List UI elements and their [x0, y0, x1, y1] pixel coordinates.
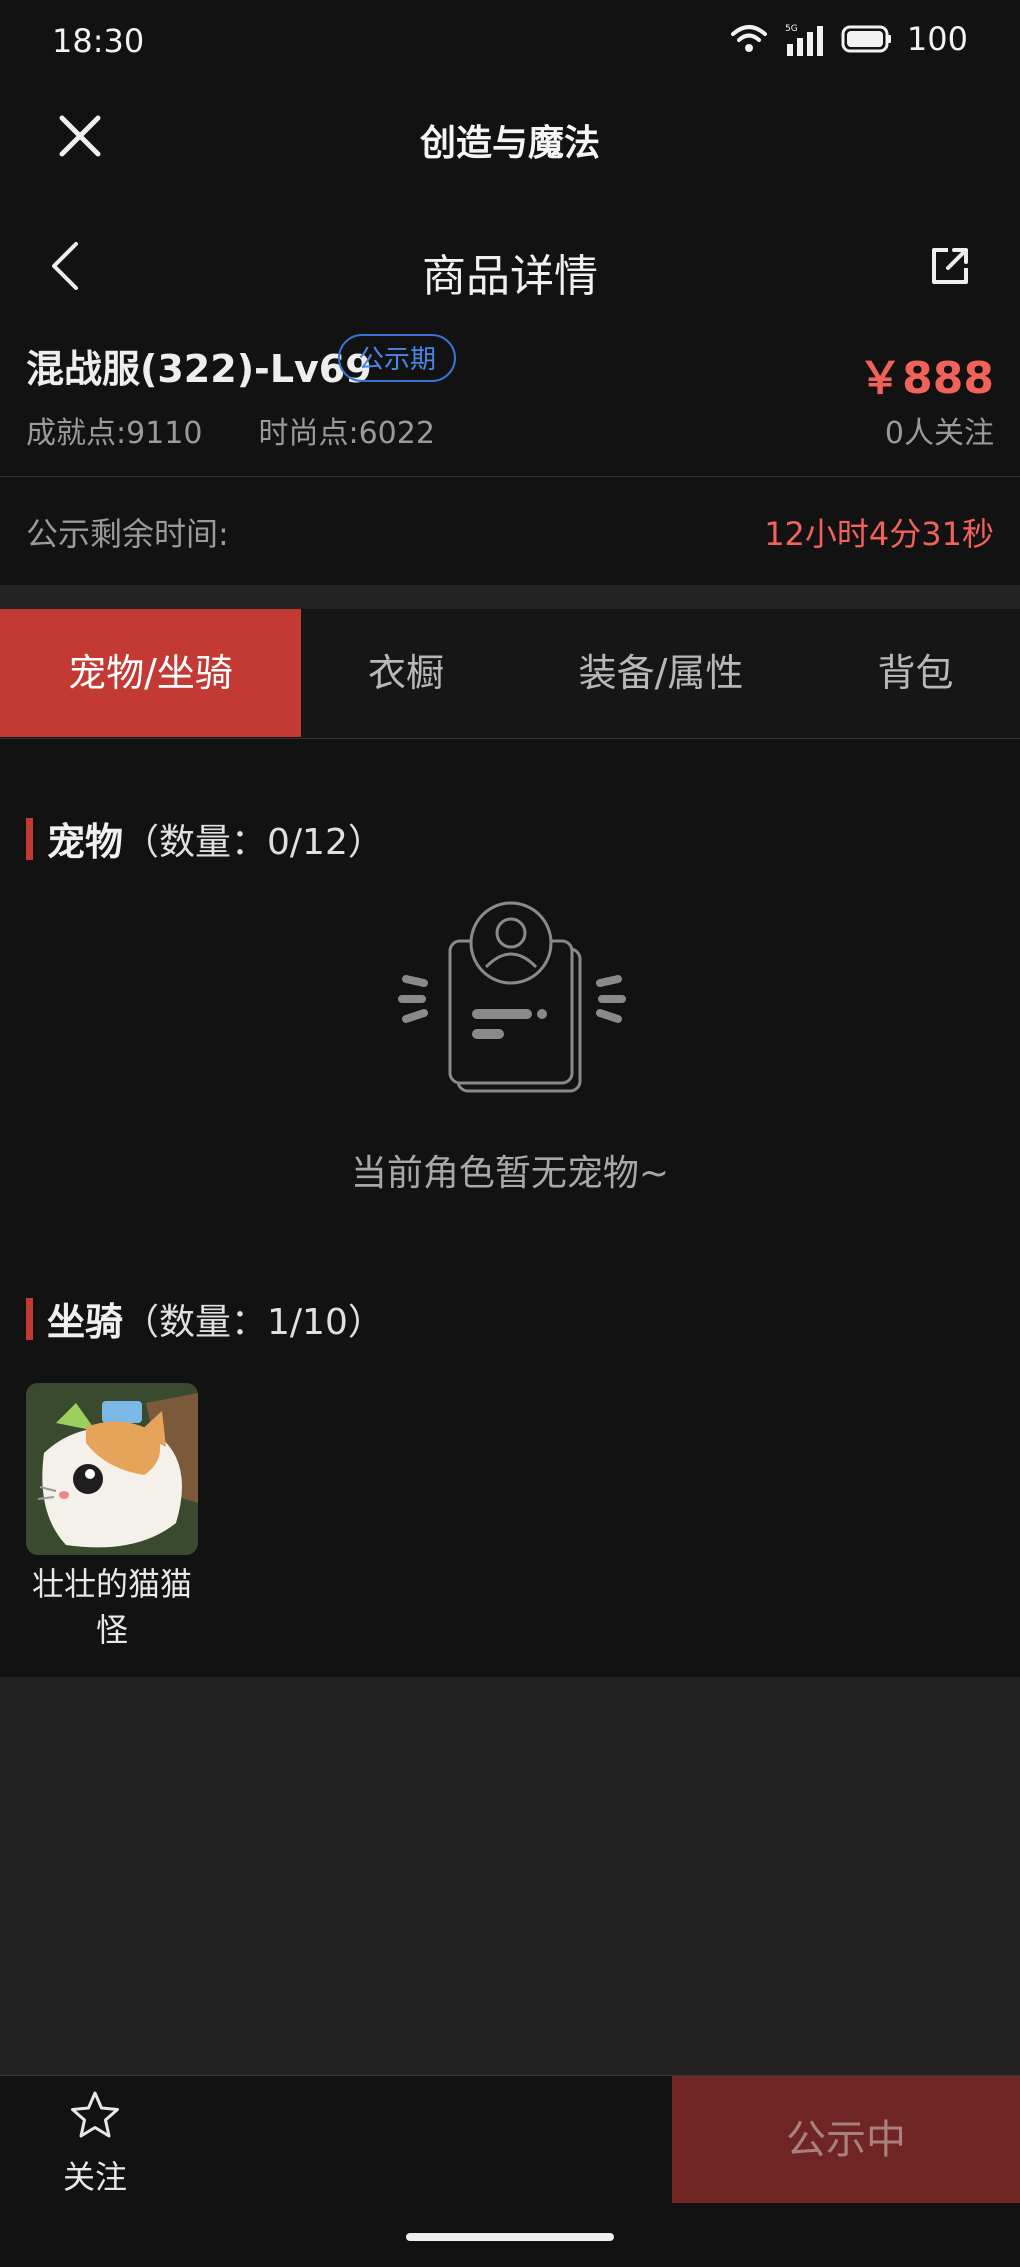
- publicity-status-button[interactable]: 公示中: [672, 2076, 1020, 2204]
- tab-pets-mounts[interactable]: 宠物/坐骑: [0, 609, 301, 737]
- empty-profile-icon: [398, 901, 626, 1093]
- tab-equipment-attributes[interactable]: 装备/属性: [511, 609, 811, 737]
- follower-count: 0人关注: [884, 416, 994, 451]
- pets-count: （数量：0/12）: [123, 821, 384, 863]
- battery-icon: [841, 25, 891, 53]
- countdown-label: 公示剩余时间:: [26, 515, 229, 553]
- achievement-points: 成就点:9110: [26, 416, 203, 451]
- pets-section-title: 宠物: [47, 820, 124, 864]
- nav-bar: 商品详情: [0, 188, 1020, 338]
- page-title: 商品详情: [422, 251, 598, 302]
- product-name: 混战服(322)-Lv69: [26, 347, 372, 391]
- status-time: 18:30: [52, 22, 145, 60]
- countdown-value: 12小时4分31秒: [764, 515, 994, 553]
- pets-empty-message: 当前角色暂无宠物~: [350, 1153, 670, 1194]
- mount-thumbnail: [26, 1383, 198, 1555]
- tab-backpack[interactable]: 背包: [811, 609, 1020, 737]
- app-bar: 创造与魔法: [0, 84, 1020, 188]
- status-badge: 公示期: [338, 334, 457, 382]
- section-accent-bar: [26, 817, 33, 860]
- tab-wardrobe[interactable]: 衣橱: [301, 609, 511, 737]
- mount-item[interactable]: 壮壮的猫猫怪: [26, 1383, 198, 1653]
- app-title: 创造与魔法: [419, 123, 600, 164]
- follow-label: 关注: [62, 2158, 127, 2196]
- divider: [0, 585, 1020, 609]
- share-icon[interactable]: [928, 244, 972, 288]
- cat-mount-image: [26, 1383, 198, 1555]
- mounts-section-title: 坐骑: [47, 1300, 124, 1344]
- mount-name: 壮壮的猫猫怪: [31, 1565, 192, 1649]
- fashion-points: 时尚点:6022: [258, 416, 435, 451]
- gesture-bar: [0, 2203, 1020, 2267]
- bottom-bar: 关注 公示中: [0, 2075, 1020, 2204]
- status-bar: 18:30 5G 100: [0, 0, 1020, 84]
- section-accent-bar: [26, 1297, 33, 1340]
- tab-content: 宠物 （数量：0/12） 当前角色暂无宠物~ 坐骑 （数量：1/10） 壮壮的猫…: [0, 739, 1020, 1677]
- product-stats: 成就点:9110 时尚点:6022: [26, 408, 435, 452]
- mounts-section-header: 坐骑 （数量：1/10）: [26, 1291, 384, 1346]
- wifi-icon: [730, 25, 767, 52]
- star-icon: [71, 2091, 119, 2138]
- home-indicator[interactable]: [406, 2233, 614, 2241]
- tab-bar: 宠物/坐骑 衣橱 装备/属性 背包: [0, 609, 1020, 739]
- status-icons: 5G 100: [729, 20, 968, 58]
- pets-section-header: 宠物 （数量：0/12）: [26, 811, 384, 866]
- follow-button[interactable]: 关注: [40, 2088, 150, 2198]
- svg-text:5G: 5G: [785, 24, 798, 34]
- product-header: 混战服(322)-Lv69 公示期 ￥888 成就点:9110 时尚点:6022 …: [0, 320, 1020, 477]
- signal-icon: 5G: [785, 24, 823, 56]
- battery-level: 100: [906, 20, 968, 58]
- product-price: ￥888: [858, 353, 994, 404]
- countdown-row: 公示剩余时间: 12小时4分31秒: [0, 477, 1020, 585]
- mounts-count: （数量：1/10）: [123, 1301, 384, 1343]
